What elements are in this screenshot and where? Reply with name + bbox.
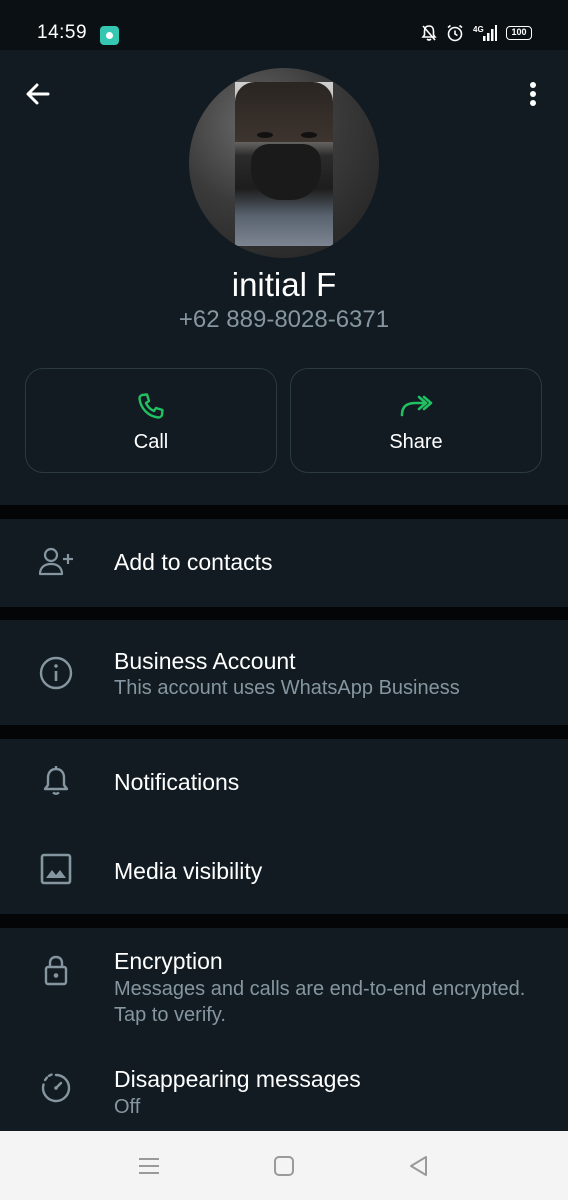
profile-avatar[interactable] <box>189 68 379 258</box>
call-button[interactable]: Call <box>25 368 277 473</box>
disappearing-messages-row[interactable]: Disappearing messages Off <box>0 1046 568 1131</box>
contact-phone: +62 889-8028-6371 <box>178 306 390 333</box>
business-account-title: Business Account <box>114 648 296 674</box>
business-section: Business Account This account uses Whats… <box>0 620 568 725</box>
encryption-title: Encryption <box>114 948 223 974</box>
disappearing-messages-status: Off <box>114 1096 141 1118</box>
more-options-icon[interactable] <box>521 78 545 110</box>
info-icon <box>39 656 73 690</box>
back-arrow-icon[interactable] <box>22 78 54 110</box>
status-bar: 14:59 4G 100 <box>0 0 568 50</box>
network-type: 4G <box>473 25 484 34</box>
app-notification-icon <box>100 26 119 45</box>
call-label: Call <box>133 431 169 453</box>
business-account-subtitle: This account uses WhatsApp Business <box>114 677 460 699</box>
alarm-icon <box>447 24 463 42</box>
contact-name: initial F <box>231 266 337 303</box>
phone-icon <box>138 393 164 419</box>
timer-icon <box>41 1073 71 1103</box>
encryption-subtitle: Messages and calls are end-to-end encryp… <box>114 978 526 1026</box>
add-to-contacts-row[interactable]: Add to contacts <box>0 519 568 607</box>
notifications-row[interactable]: Notifications <box>0 739 568 827</box>
add-person-icon <box>38 547 73 576</box>
bell-icon <box>43 766 69 795</box>
share-label: Share <box>389 431 443 453</box>
profile-header: initial F +62 889-8028-6371 Call Share <box>0 50 568 505</box>
add-contacts-section: Add to contacts <box>0 519 568 607</box>
add-to-contacts-label: Add to contacts <box>114 549 273 575</box>
encryption-row[interactable]: Encryption Messages and calls are end-to… <box>0 928 568 1046</box>
forward-share-icon <box>400 395 433 417</box>
signal-icon: 4G <box>473 25 497 41</box>
battery-icon: 100 <box>506 26 532 40</box>
notifications-label: Notifications <box>114 769 240 795</box>
status-icons: 4G 100 <box>421 24 532 42</box>
status-time: 14:59 <box>37 22 88 43</box>
recents-menu-icon[interactable] <box>136 1153 162 1179</box>
back-triangle-icon[interactable] <box>406 1153 432 1179</box>
settings-section: Notifications Media visibility <box>0 739 568 914</box>
media-visibility-row[interactable]: Media visibility <box>0 827 568 914</box>
mute-bell-icon <box>421 25 437 41</box>
share-button[interactable]: Share <box>290 368 542 473</box>
media-visibility-label: Media visibility <box>114 858 263 884</box>
lock-icon <box>44 955 68 986</box>
privacy-section: Encryption Messages and calls are end-to… <box>0 928 568 1131</box>
business-account-row[interactable]: Business Account This account uses Whats… <box>0 620 568 725</box>
image-icon <box>40 853 72 885</box>
home-icon[interactable] <box>271 1153 297 1179</box>
system-nav-bar <box>0 1131 568 1200</box>
disappearing-messages-title: Disappearing messages <box>114 1066 361 1092</box>
